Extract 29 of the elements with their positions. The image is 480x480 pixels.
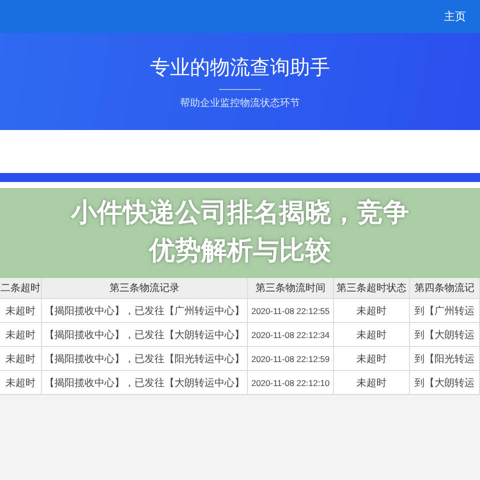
table-cell: 未超时 [0, 323, 42, 346]
headline: 小件快递公司排名揭晓，竞争优势解析与比较 [70, 197, 410, 268]
column-header: 第三条超时状态 [334, 278, 410, 298]
table-cell: 到【广州转运 [410, 299, 480, 322]
table-cell: 到【大朗转运 [410, 371, 480, 394]
table-cell: 2020-11-08 22:12:34 [248, 323, 334, 346]
table-cell: 2020-11-08 22:12:10 [248, 371, 334, 394]
table-cell: 2020-11-08 22:12:55 [248, 299, 334, 322]
table-cell: 未超时 [334, 299, 410, 322]
hero-title: 专业的物流查询助手 [150, 54, 330, 80]
table-cell: 2020-11-08 22:12:59 [248, 347, 334, 370]
table-cell: 未超时 [334, 323, 410, 346]
table-cell: 未超时 [0, 371, 42, 394]
table-cell: 未超时 [334, 371, 410, 394]
table-cell: 【揭阳揽收中心】，已发往【阳光转运中心】 [42, 347, 248, 370]
table-cell: 【揭阳揽收中心】，已发往【广州转运中心】 [42, 299, 248, 322]
column-header: 二条超时 [0, 278, 42, 298]
table-cell: 未超时 [334, 347, 410, 370]
column-header: 第四条物流记 [410, 278, 480, 298]
table-cell: 到【大朗转运 [410, 323, 480, 346]
table-cell: 【揭阳揽收中心】，已发往【大朗转运中心】 [42, 323, 248, 346]
table-cell: 未超时 [0, 299, 42, 322]
table-cell: 未超时 [0, 347, 42, 370]
table-cell: 【揭阳揽收中心】，已发往【大朗转运中心】 [42, 371, 248, 394]
home-link[interactable]: 主页 [444, 9, 466, 24]
table-cell: 到【阳光转运 [410, 347, 480, 370]
column-header: 第三条物流记录 [42, 278, 248, 298]
column-header: 第三条物流时间 [248, 278, 334, 298]
hero-subtitle: 帮助企业监控物流状态环节 [180, 96, 300, 110]
